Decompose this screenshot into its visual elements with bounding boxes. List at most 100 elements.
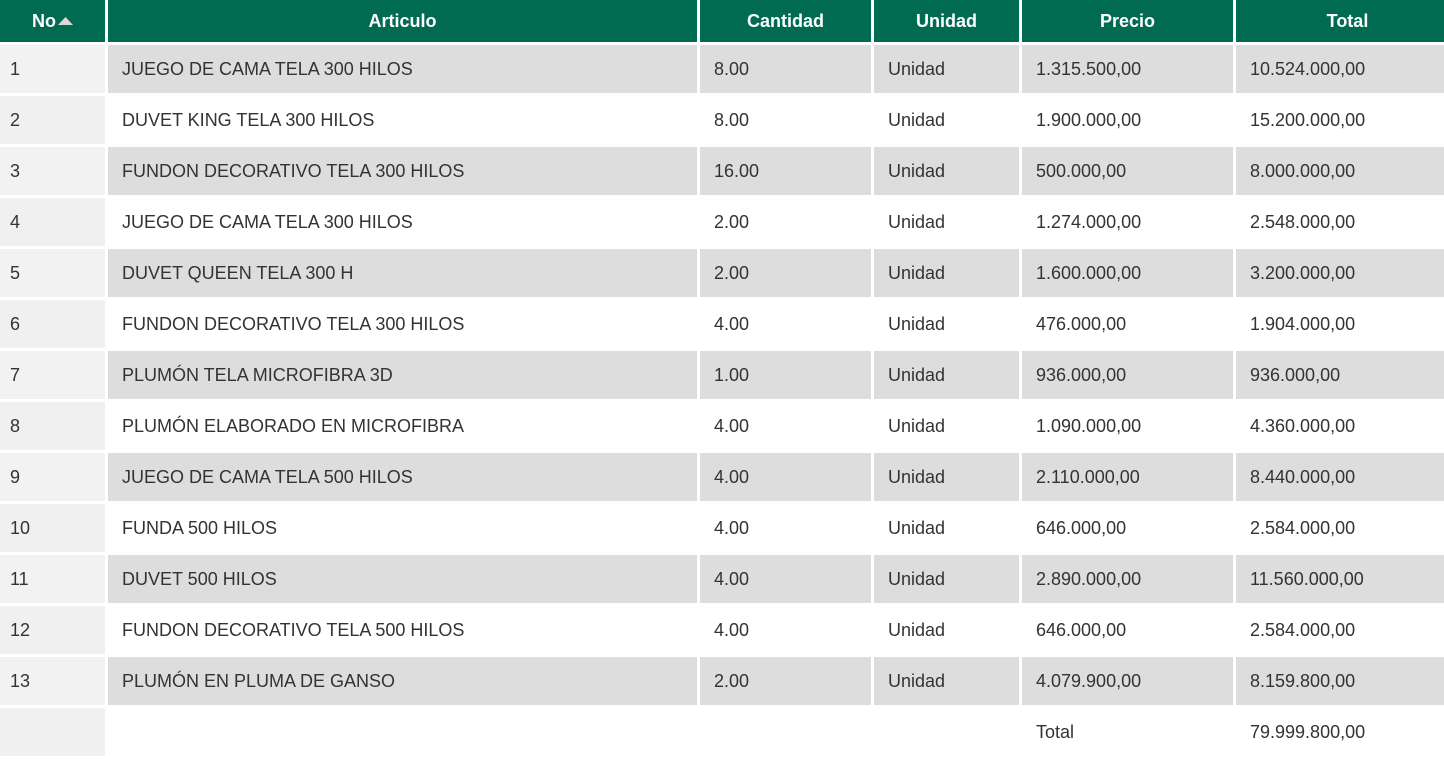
cell-cantidad: 16.00 — [700, 147, 871, 195]
cell-articulo: DUVET 500 HILOS — [108, 555, 697, 603]
cell-articulo: JUEGO DE CAMA TELA 500 HILOS — [108, 453, 697, 501]
cell-no: 5 — [0, 249, 105, 297]
cell-total: 8.440.000,00 — [1236, 453, 1444, 501]
cell-cantidad: 2.00 — [700, 249, 871, 297]
cell-cantidad: 8.00 — [700, 96, 871, 144]
cell-cantidad: 4.00 — [700, 504, 871, 552]
cell-unidad: Unidad — [874, 402, 1019, 450]
table-row: 10 FUNDA 500 HILOS 4.00 Unidad 646.000,00 2.5… — [0, 504, 1444, 552]
cell-no: 6 — [0, 300, 105, 348]
cell-articulo: FUNDA 500 HILOS — [108, 504, 697, 552]
cell-unidad: Unidad — [874, 351, 1019, 399]
cell-precio: 4.079.900,00 — [1022, 657, 1233, 705]
cell-precio: 1.274.000,00 — [1022, 198, 1233, 246]
cell-no: 1 — [0, 45, 105, 93]
total-row-empty-cell — [874, 708, 1019, 756]
cell-precio: 1.600.000,00 — [1022, 249, 1233, 297]
cell-no: 8 — [0, 402, 105, 450]
table-row: 1 JUEGO DE CAMA TELA 300 HILOS 8.00 Unidad 1… — [0, 45, 1444, 93]
cell-precio: 646.000,00 — [1022, 606, 1233, 654]
cell-unidad: Unidad — [874, 453, 1019, 501]
cell-no: 3 — [0, 147, 105, 195]
table-row: 4 JUEGO DE CAMA TELA 300 HILOS 2.00 Unidad 1… — [0, 198, 1444, 246]
column-header-total[interactable]: Total — [1236, 0, 1444, 42]
cell-precio: 476.000,00 — [1022, 300, 1233, 348]
cell-no: 9 — [0, 453, 105, 501]
cell-total: 10.524.000,00 — [1236, 45, 1444, 93]
column-header-precio[interactable]: Precio — [1022, 0, 1233, 42]
cell-cantidad: 4.00 — [700, 453, 871, 501]
table-row: 8 PLUMÓN ELABORADO EN MICROFIBRA 4.00 Unida… — [0, 402, 1444, 450]
cell-unidad: Unidad — [874, 504, 1019, 552]
cell-unidad: Unidad — [874, 300, 1019, 348]
table-row: 3 FUNDON DECORATIVO TELA 300 HILOS 16.00 Un… — [0, 147, 1444, 195]
table-row: 11 DUVET 500 HILOS 4.00 Unidad 2.890.000,00 1… — [0, 555, 1444, 603]
cell-no: 2 — [0, 96, 105, 144]
cell-no: 7 — [0, 351, 105, 399]
column-header-unidad[interactable]: Unidad — [874, 0, 1019, 42]
cell-total: 2.584.000,00 — [1236, 504, 1444, 552]
table-header: No Articulo Cantidad Unidad Precio Total — [0, 0, 1444, 42]
cell-no: 13 — [0, 657, 105, 705]
total-row-no-cell — [0, 708, 105, 756]
cell-cantidad: 4.00 — [700, 606, 871, 654]
cell-total: 11.560.000,00 — [1236, 555, 1444, 603]
cell-precio: 2.890.000,00 — [1022, 555, 1233, 603]
cell-articulo: DUVET KING TELA 300 HILOS — [108, 96, 697, 144]
cell-precio: 1.900.000,00 — [1022, 96, 1233, 144]
cell-cantidad: 1.00 — [700, 351, 871, 399]
grand-total-value: 79.999.800,00 — [1236, 708, 1444, 756]
cell-unidad: Unidad — [874, 147, 1019, 195]
cell-no: 4 — [0, 198, 105, 246]
table-row: 12 FUNDON DECORATIVO TELA 500 HILOS 4.00 Un… — [0, 606, 1444, 654]
cell-unidad: Unidad — [874, 657, 1019, 705]
cell-cantidad: 2.00 — [700, 657, 871, 705]
total-row-empty-cell — [108, 708, 697, 756]
cell-no: 10 — [0, 504, 105, 552]
cell-cantidad: 8.00 — [700, 45, 871, 93]
cell-cantidad: 2.00 — [700, 198, 871, 246]
cell-articulo: FUNDON DECORATIVO TELA 500 HILOS — [108, 606, 697, 654]
table-body: 1 JUEGO DE CAMA TELA 300 HILOS 8.00 Unidad 1… — [0, 45, 1444, 756]
total-row: Total 79.999.800,00 — [0, 708, 1444, 756]
cell-cantidad: 4.00 — [700, 402, 871, 450]
column-header-no[interactable]: No — [0, 0, 105, 42]
cell-unidad: Unidad — [874, 249, 1019, 297]
cell-precio: 500.000,00 — [1022, 147, 1233, 195]
table-row: 13 PLUMÓN EN PLUMA DE GANSO 2.00 Unidad 4.07… — [0, 657, 1444, 705]
cell-articulo: PLUMÓN EN PLUMA DE GANSO — [108, 657, 697, 705]
cell-no: 11 — [0, 555, 105, 603]
cell-total: 4.360.000,00 — [1236, 402, 1444, 450]
sort-ascending-icon[interactable] — [58, 16, 73, 25]
cell-total: 15.200.000,00 — [1236, 96, 1444, 144]
table-row: 2 DUVET KING TELA 300 HILOS 8.00 Unidad 1.90… — [0, 96, 1444, 144]
cell-precio: 1.315.500,00 — [1022, 45, 1233, 93]
cell-unidad: Unidad — [874, 555, 1019, 603]
column-header-articulo[interactable]: Articulo — [108, 0, 697, 42]
cell-total: 8.000.000,00 — [1236, 147, 1444, 195]
cell-unidad: Unidad — [874, 606, 1019, 654]
cell-unidad: Unidad — [874, 96, 1019, 144]
cell-no: 12 — [0, 606, 105, 654]
cell-articulo: PLUMÓN ELABORADO EN MICROFIBRA — [108, 402, 697, 450]
cell-unidad: Unidad — [874, 45, 1019, 93]
column-header-cantidad[interactable]: Cantidad — [700, 0, 871, 42]
table-row: 7 PLUMÓN TELA MICROFIBRA 3D 1.00 Unidad 936.… — [0, 351, 1444, 399]
table-row: 9 JUEGO DE CAMA TELA 500 HILOS 4.00 Unidad 2… — [0, 453, 1444, 501]
cell-unidad: Unidad — [874, 198, 1019, 246]
cell-precio: 2.110.000,00 — [1022, 453, 1233, 501]
cell-total: 8.159.800,00 — [1236, 657, 1444, 705]
table-row: 5 DUVET QUEEN TELA 300 H 2.00 Unidad 1.600.0… — [0, 249, 1444, 297]
total-row-empty-cell — [700, 708, 871, 756]
cell-precio: 1.090.000,00 — [1022, 402, 1233, 450]
cell-cantidad: 4.00 — [700, 555, 871, 603]
cell-articulo: DUVET QUEEN TELA 300 H — [108, 249, 697, 297]
cell-articulo: JUEGO DE CAMA TELA 300 HILOS — [108, 45, 697, 93]
cell-precio: 646.000,00 — [1022, 504, 1233, 552]
cell-total: 1.904.000,00 — [1236, 300, 1444, 348]
total-label: Total — [1022, 708, 1233, 756]
cell-articulo: PLUMÓN TELA MICROFIBRA 3D — [108, 351, 697, 399]
cell-total: 2.584.000,00 — [1236, 606, 1444, 654]
cell-precio: 936.000,00 — [1022, 351, 1233, 399]
cell-total: 936.000,00 — [1236, 351, 1444, 399]
